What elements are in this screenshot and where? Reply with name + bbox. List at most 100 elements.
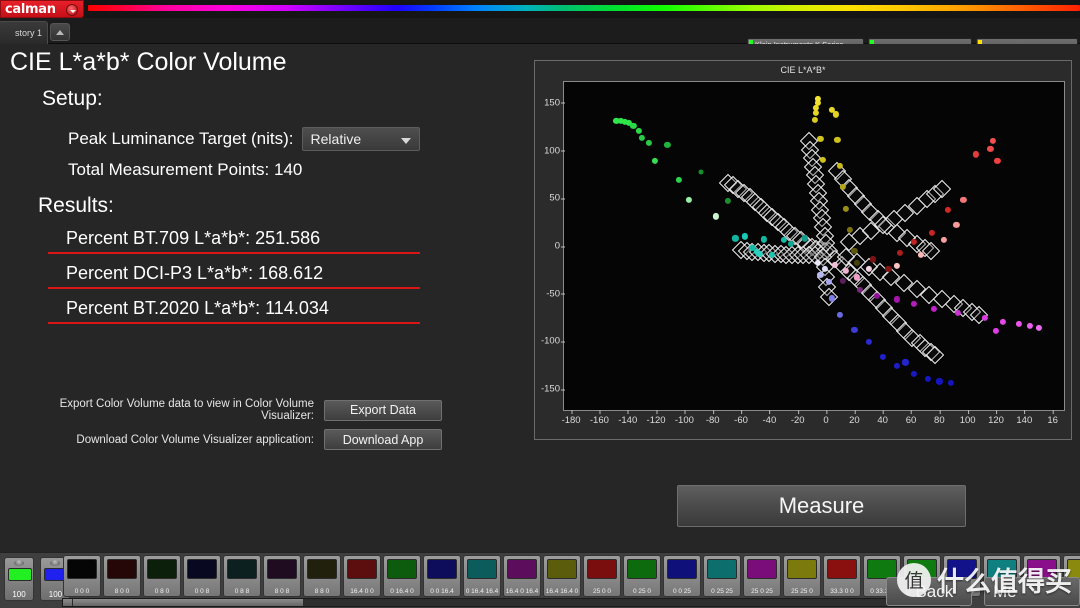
x-axis-tick-label: -120 <box>646 410 666 426</box>
measured-point-marker <box>940 237 947 244</box>
chart-plot-area[interactable]: 150 100 50 0 -50 -100 -150 -180 -160 -140 -120 -100… <box>541 81 1065 426</box>
swatch-label: 0 8 8 <box>234 588 250 595</box>
meter-readout-green[interactable]: 100 <box>4 557 34 601</box>
color-swatch[interactable]: 16.4 16.4 0 <box>543 555 581 597</box>
plus-icon <box>56 29 64 35</box>
measured-point-marker <box>994 158 1001 165</box>
swatch-color-chip <box>867 559 897 579</box>
back-button-label: Back <box>915 581 954 601</box>
measured-point-marker <box>999 319 1007 326</box>
color-swatch[interactable]: 0 8 8 <box>223 555 261 597</box>
color-swatch[interactable]: 0 8 0 <box>143 555 181 597</box>
swatch-color-chip <box>1067 559 1080 579</box>
peak-luminance-select[interactable]: Relative <box>301 127 420 151</box>
swatch-label: 0 0 16.4 <box>430 588 454 595</box>
swatch-color-chip <box>387 559 417 579</box>
measured-point-marker <box>651 158 658 165</box>
results-section-heading: Results: <box>38 194 114 217</box>
color-swatch[interactable]: 0 0 16.4 <box>423 555 461 597</box>
result-label: Percent DCI-P3 L*a*b*: 168.612 <box>66 263 324 283</box>
swatch-color-chip <box>227 559 257 579</box>
tab-label: story 1 <box>14 28 42 38</box>
color-swatch[interactable]: 16.4 0 16.4 <box>503 555 541 597</box>
y-axis-tick-label: 0 <box>554 240 566 252</box>
tab-history-1[interactable]: story 1 <box>0 21 48 44</box>
swatch-label: 25 25 0 <box>791 588 813 595</box>
calman-app-window: calman story 1 Klein Instruments K Serie… <box>0 0 1080 608</box>
x-axis-tick-label: 120 <box>988 410 1004 426</box>
x-axis-tick-label: 80 <box>934 410 945 426</box>
measured-point-marker <box>910 301 917 308</box>
color-swatch[interactable]: 8 0 8 <box>263 555 301 597</box>
measured-point-marker <box>685 197 692 204</box>
measured-point-marker <box>1015 321 1022 328</box>
measured-point-marker <box>839 278 847 285</box>
swatch-color-chip <box>587 559 617 579</box>
color-swatch[interactable]: 0 16.4 0 <box>383 555 421 597</box>
swatch-color-chip <box>907 559 937 579</box>
measured-point-marker <box>837 311 844 318</box>
measured-point-marker <box>760 236 767 243</box>
back-button[interactable]: « Back <box>886 577 972 606</box>
measured-point-marker <box>820 157 827 164</box>
color-swatch[interactable]: 25 0 0 <box>583 555 621 597</box>
measured-point-marker <box>842 205 849 212</box>
download-app-button[interactable]: Download App <box>324 429 442 450</box>
swatch-color-chip <box>67 559 97 579</box>
measured-point-marker <box>847 226 854 233</box>
brand-label: calman <box>5 1 56 17</box>
swatch-color-chip <box>307 559 337 579</box>
scrollbar-thumb[interactable] <box>73 599 303 606</box>
measured-point-marker <box>675 177 682 184</box>
page-title: CIE L*a*b* Color Volume <box>10 48 287 76</box>
color-swatch[interactable]: 25 25 0 <box>783 555 821 597</box>
y-axis-tick-label: 150 <box>544 97 565 109</box>
measure-button[interactable]: Measure <box>677 485 966 527</box>
measured-point-marker <box>869 256 876 263</box>
color-swatch[interactable]: 0 0 8 <box>183 555 221 597</box>
swatch-color-chip <box>467 559 497 579</box>
measured-point-marker <box>917 251 925 258</box>
color-swatch[interactable]: 16.4 0 0 <box>343 555 381 597</box>
swatch-color-chip <box>427 559 457 579</box>
measured-point-marker <box>990 138 997 145</box>
scroll-left-button[interactable] <box>63 599 72 606</box>
swatch-label: 0 0 0 <box>74 588 90 595</box>
color-swatch[interactable]: 8 0 0 <box>103 555 141 597</box>
color-swatch[interactable]: 0 25 25 <box>703 555 741 597</box>
measured-point-marker <box>635 127 643 134</box>
color-swatch[interactable]: 0 0 0 <box>63 555 101 597</box>
color-swatch[interactable]: 0 16.4 16.4 <box>463 555 501 597</box>
menu-button[interactable]: Me <box>984 577 1080 606</box>
swatch-label: 16.4 0 16.4 <box>505 588 539 595</box>
measured-point-marker <box>811 117 818 124</box>
tab-strip: story 1 Klein Instruments K Series A95K … <box>0 18 1080 60</box>
x-axis-tick-label: -100 <box>674 410 694 426</box>
measured-point-marker <box>879 353 886 360</box>
measured-point-marker <box>947 380 954 387</box>
calman-logo-button[interactable]: calman <box>0 0 84 18</box>
chevron-down-icon[interactable] <box>66 4 78 16</box>
meter-group: 100 100 <box>4 553 71 601</box>
swatch-horizontal-scrollbar[interactable] <box>62 598 960 607</box>
color-swatch[interactable]: 33.3 0 0 <box>823 555 861 597</box>
measured-point-marker <box>817 136 824 143</box>
measured-point-marker <box>645 139 653 147</box>
spectrum-gradient-bar <box>88 5 1080 11</box>
export-data-button[interactable]: Export Data <box>324 399 442 421</box>
color-swatch[interactable]: 8 8 0 <box>303 555 341 597</box>
swatch-color-chip <box>347 559 377 579</box>
measured-point-marker <box>851 326 858 333</box>
total-measurement-points: Total Measurement Points: 140 <box>68 160 303 179</box>
measured-point-marker <box>973 151 980 158</box>
y-axis-tick-label: -50 <box>546 288 565 300</box>
color-swatch[interactable]: 0 0 25 <box>663 555 701 597</box>
color-swatch[interactable]: 25 0 25 <box>743 555 781 597</box>
setup-section-heading: Setup: <box>42 87 103 110</box>
main-content: CIE L*a*b* Color Volume Setup: Peak Lumi… <box>0 44 1080 552</box>
swatch-label: 0 0 8 <box>194 588 210 595</box>
x-axis-tick-label: 20 <box>849 410 860 426</box>
x-axis-tick-label: 40 <box>877 410 888 426</box>
color-swatch[interactable]: 0 25 0 <box>623 555 661 597</box>
add-tab-button[interactable] <box>50 23 70 41</box>
